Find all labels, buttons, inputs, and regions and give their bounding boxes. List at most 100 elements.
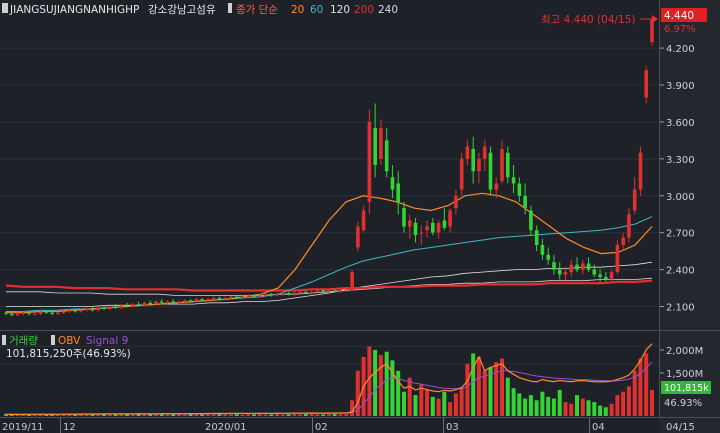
volume-bar (384, 351, 389, 416)
volume-bar (257, 414, 262, 416)
volume-bar (476, 356, 481, 416)
ma-label-60[interactable]: 60 (310, 4, 323, 16)
volume-bar (200, 414, 205, 416)
symbol-name[interactable]: JIANGSUJIANGNANHIGHP (9, 4, 139, 16)
candle-body (546, 254, 550, 260)
volume-bar (638, 358, 643, 416)
candle-body (632, 189, 637, 211)
candle-body (367, 121, 372, 202)
candle-body (240, 296, 245, 298)
obv-label[interactable]: OBV (58, 335, 81, 347)
volume-bar (419, 384, 424, 416)
candle-body (350, 272, 354, 291)
candle-body (200, 299, 204, 301)
volume-bar (373, 349, 378, 416)
candle-body (304, 291, 308, 293)
candle-body (206, 299, 210, 301)
candle-body (108, 306, 112, 309)
chart-background (0, 0, 720, 433)
price-tick-label: 3.000 (666, 192, 695, 203)
signal-label[interactable]: Signal 9 (86, 335, 128, 347)
obv-marker-icon (51, 335, 55, 345)
ma-label-20[interactable]: 20 (291, 4, 304, 16)
price-tick-label: 4.200 (666, 44, 695, 55)
candle-body (523, 195, 527, 209)
time-label-04-15: 04/15 (666, 422, 695, 433)
volume-bar (298, 414, 303, 416)
high-annotation: 최고 4.440 (04/15) (541, 14, 636, 26)
candle-body (540, 245, 545, 255)
candle-body (188, 300, 193, 302)
volume-bar (223, 414, 228, 416)
candle-body (252, 295, 256, 297)
candle-body (581, 263, 585, 270)
volume-bar (303, 413, 308, 416)
candle-body (136, 304, 141, 306)
volume-bar (402, 391, 406, 416)
candle-body (338, 290, 343, 292)
candle-body (275, 294, 279, 296)
time-label-04: 04 (592, 422, 605, 433)
candle-body (148, 302, 152, 304)
volume-bar (575, 395, 579, 416)
price-tick-label: 3.900 (666, 81, 695, 92)
candle-body (402, 208, 406, 227)
ma-label-120[interactable]: 120 (330, 4, 350, 16)
candle-body (488, 152, 493, 190)
candle-body (217, 297, 222, 300)
candle-body (644, 70, 648, 98)
volume-bar (390, 360, 395, 416)
volume-bar (315, 414, 320, 416)
volume-bar (194, 414, 199, 416)
ma-label-240[interactable]: 240 (378, 4, 398, 16)
candle-body (431, 222, 435, 233)
candle-body (90, 309, 95, 311)
price-label[interactable]: 종가 단순 (236, 4, 278, 16)
candle-body (436, 222, 441, 233)
volume-bar (413, 395, 418, 416)
volume-title[interactable]: 거래량 (9, 335, 38, 347)
time-label-2019-11: 2019/11 (2, 422, 44, 433)
candle-body (638, 152, 643, 190)
candle-body (67, 310, 72, 312)
candle-body (159, 301, 164, 303)
candle-body (615, 245, 620, 273)
candle-body (211, 297, 216, 300)
volume-bar (125, 414, 130, 416)
candle-body (56, 312, 60, 314)
volume-bar (286, 414, 291, 416)
candle-body (33, 313, 37, 315)
candle-body (102, 307, 106, 309)
candle-body (142, 302, 147, 306)
candle-body (309, 291, 314, 293)
candle-body (246, 295, 251, 297)
candle-body (390, 177, 395, 190)
volume-bar (425, 389, 429, 416)
stock-chart[interactable]: 4.200 3.900 3.600 3.300 3.000 2.700 2.400 2.100… (0, 0, 720, 433)
candle-body (557, 269, 562, 275)
candle-body (234, 296, 239, 298)
change-percent: 6.97% (664, 24, 696, 35)
candle-body (177, 301, 181, 303)
stock-name[interactable]: 강소강남고섬유 (148, 4, 216, 16)
volume-bar (407, 377, 412, 416)
candle-body (627, 214, 631, 238)
candle-body (569, 264, 574, 273)
candle-body (194, 299, 199, 302)
volume-bar (459, 388, 464, 416)
candle-body (419, 232, 424, 234)
price-tick-label: 3.600 (666, 118, 695, 129)
volume-bar (563, 402, 568, 416)
volume-bar (165, 414, 170, 416)
candle-body (96, 307, 101, 311)
volume-bar (471, 353, 476, 416)
volume-tick-1500m: 1,500M (666, 369, 703, 380)
volume-bar (626, 386, 631, 416)
ma-label-200[interactable]: 200 (354, 4, 374, 16)
candle-body (73, 310, 77, 312)
candle-body (592, 269, 597, 275)
volume-bar (280, 414, 285, 416)
volume-bar (523, 398, 528, 416)
symbol-marker-icon (2, 3, 8, 13)
volume-bar (465, 363, 470, 416)
